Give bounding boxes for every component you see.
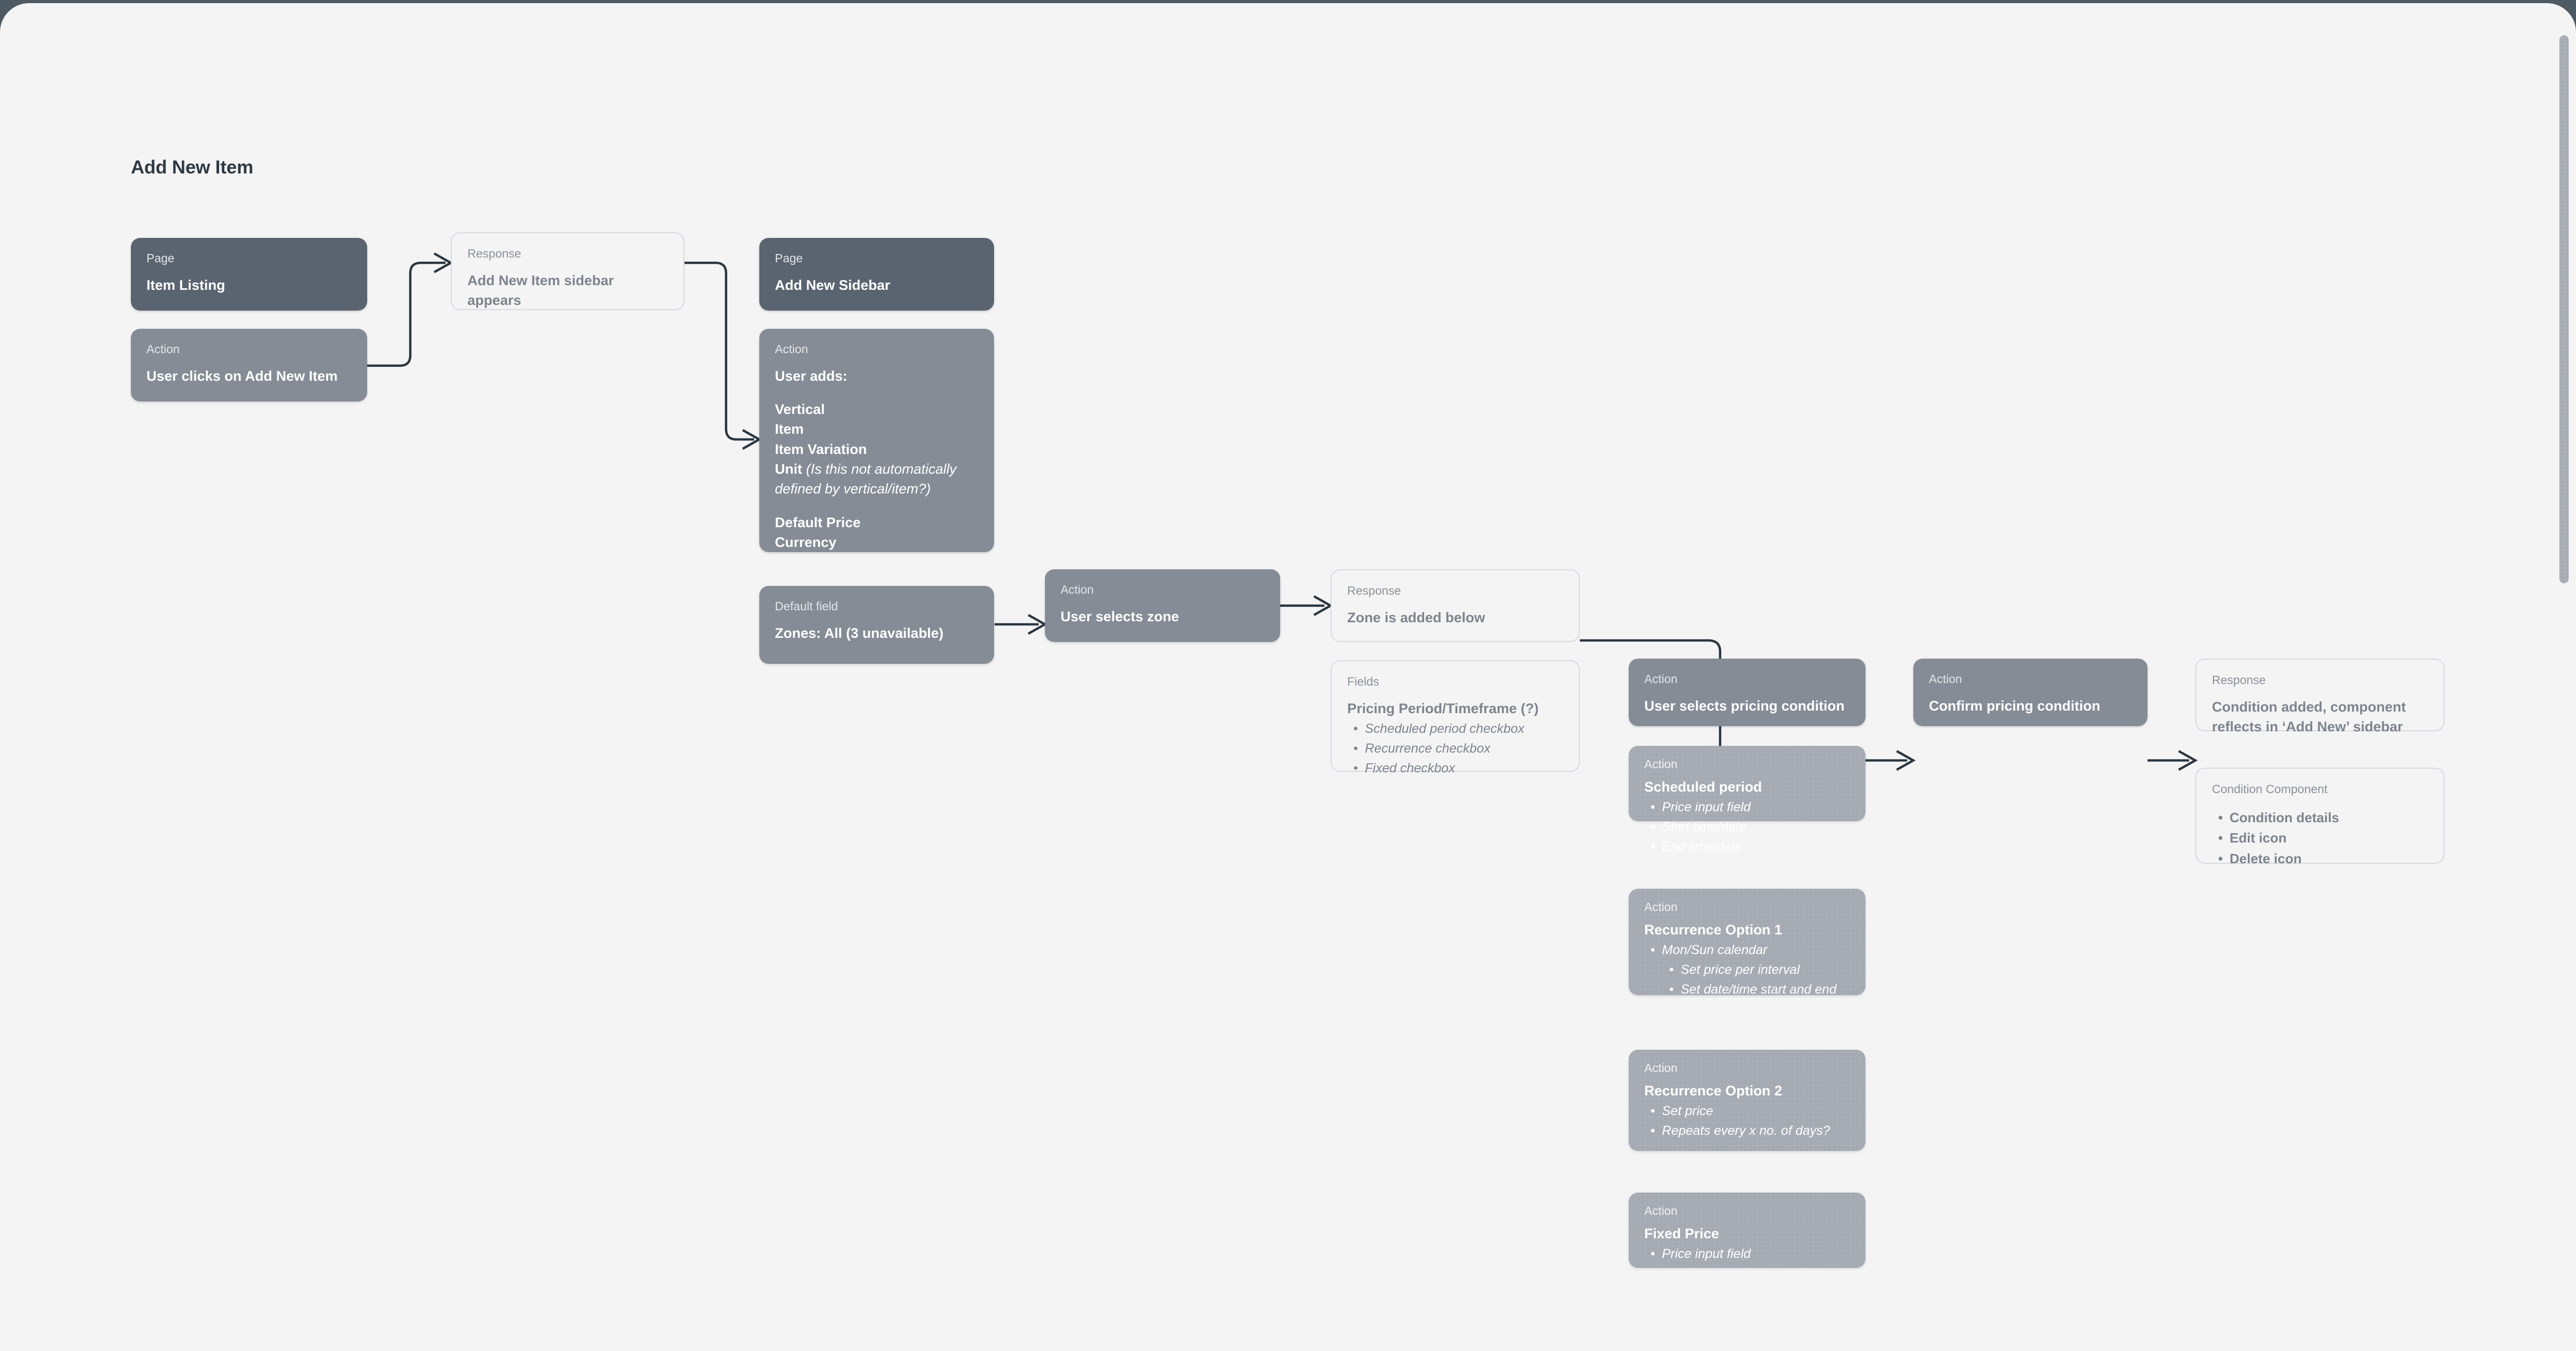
connector-response-to-useradds (685, 261, 754, 441)
scheduled-period-list: Price input field Start time/date End ti… (1644, 798, 1850, 857)
vertical-scrollbar-track[interactable] (2559, 8, 2573, 1351)
node-title: User clicks on Add New Item (146, 368, 338, 384)
node-pricing-fields[interactable]: Fields Pricing Period/Timeframe (?) Sche… (1331, 660, 1580, 778)
node-condition-component[interactable]: Condition Component Condition details Ed… (2195, 768, 2445, 868)
connector-arrow-3 (1027, 614, 1048, 635)
list-item: Mon/Sun calendar (1651, 941, 1850, 960)
list-item: Set price (1651, 1102, 1850, 1121)
node-title: Fixed Price (1644, 1225, 1720, 1241)
node-fixed-price[interactable]: Action Fixed Price Price input field (1629, 1193, 1866, 1268)
node-zones-default-field[interactable]: Default field Zones: All (3 unavailable) (759, 586, 994, 664)
node-kicker: Default field (775, 599, 838, 613)
node-kicker: Page (146, 251, 175, 265)
node-title: Zones: All (3 unavailable) (775, 625, 944, 641)
node-title: User adds: (775, 368, 848, 384)
node-kicker: Action (146, 342, 180, 356)
fixed-price-list: Price input field (1644, 1245, 1850, 1264)
node-kicker: Response (1347, 584, 1401, 597)
list-item: Delete icon (2218, 849, 2428, 869)
node-title: User selects pricing condition (1644, 698, 1845, 714)
node-kicker: Fields (1347, 675, 1379, 688)
connector-clicks-to-response (367, 261, 446, 367)
node-subtitle-item-variation: Item Variation (775, 441, 867, 457)
node-title: Recurrence Option 1 (1644, 921, 1782, 938)
node-item-listing[interactable]: Page Item Listing (131, 238, 367, 311)
list-item: Set date/time start and end (1669, 980, 1850, 999)
list-item: Fixed checkbox (1353, 759, 1563, 778)
node-user-clicks-add-new-item[interactable]: Action User clicks on Add New Item (131, 329, 367, 402)
node-title: Zone is added below (1347, 609, 1485, 625)
node-kicker: Response (2212, 673, 2266, 687)
node-subtitle-currency: Currency (775, 534, 837, 550)
node-title: Scheduled period (1644, 779, 1762, 795)
list-item: Recurrence checkbox (1353, 739, 1563, 758)
node-title: User selects zone (1061, 608, 1179, 624)
node-recurrence-option-1[interactable]: Action Recurrence Option 1 Mon/Sun calen… (1629, 889, 1866, 999)
node-subtitle-default-price: Default Price (775, 514, 861, 530)
connector-arrow-7 (2178, 750, 2198, 771)
connector-arrow-6 (1896, 750, 1916, 771)
node-title: Recurrence Option 2 (1644, 1082, 1782, 1099)
node-recurrence-option-2[interactable]: Action Recurrence Option 2 Set price Rep… (1629, 1050, 1866, 1151)
node-kicker: Action (1644, 672, 1678, 686)
node-subtitle-unit: Unit (Is this not automatically defined … (775, 459, 978, 499)
flow-board[interactable]: Add New Item Page Item Listing Action Us… (0, 3, 2576, 1351)
node-zone-added-below[interactable]: Response Zone is added below (1331, 569, 1580, 642)
list-item: Scheduled period checkbox (1353, 719, 1563, 739)
node-confirm-pricing-condition[interactable]: Action Confirm pricing condition (1913, 659, 2148, 726)
node-kicker: Action (1929, 672, 1962, 686)
node-kicker: Action (1644, 900, 1678, 914)
condition-component-list: Condition details Edit icon Delete icon (2212, 808, 2428, 869)
list-item: Condition details (2218, 808, 2428, 828)
recurrence-2-list: Set price Repeats every x no. of days? (1644, 1102, 1850, 1141)
node-kicker: Action (1644, 1204, 1678, 1218)
connector-arrow-1 (433, 252, 453, 273)
recurrence-1-list: Mon/Sun calendar Set price per interval … (1644, 941, 1850, 999)
vertical-scrollbar-thumb[interactable] (2559, 35, 2569, 583)
connector-arrow-2 (742, 429, 762, 450)
node-title: Condition added, component reflects in ‘… (2212, 699, 2406, 734)
list-item: Price input field (1651, 798, 1850, 817)
node-title: Pricing Period/Timeframe (?) (1347, 700, 1539, 716)
node-kicker: Action (775, 342, 808, 356)
node-kicker: Action (1644, 757, 1678, 771)
node-kicker: Action (1061, 583, 1094, 596)
connector-arrow-4 (1313, 595, 1333, 616)
node-sidebar-appears[interactable]: Response Add New Item sidebar appears (451, 232, 685, 310)
node-title: Add New Item sidebar appears (467, 272, 614, 308)
page-title: Add New Item (131, 156, 253, 178)
pricing-fields-list: Scheduled period checkbox Recurrence che… (1347, 719, 1563, 778)
node-kicker: Page (775, 251, 803, 265)
list-item: Repeats every x no. of days? (1651, 1121, 1850, 1141)
flow-canvas[interactable]: Add New Item Page Item Listing Action Us… (0, 3, 2576, 1351)
node-user-adds[interactable]: Action User adds: Vertical Item Item Var… (759, 329, 994, 552)
node-title: Item Listing (146, 277, 225, 293)
node-condition-added[interactable]: Response Condition added, component refl… (2195, 659, 2445, 734)
connector-layer (367, 252, 2198, 771)
list-item: Start time/date (1651, 818, 1850, 837)
node-subtitle-item: Item (775, 421, 804, 437)
recurrence-1-sublist: Set price per interval Set date/time sta… (1662, 960, 1850, 999)
node-kicker: Response (467, 247, 521, 260)
list-item: Price input field (1651, 1245, 1850, 1264)
unit-note: (Is this not automatically defined by ve… (775, 461, 957, 497)
node-title: Add New Sidebar (775, 277, 891, 293)
list-item: Set price per interval (1669, 960, 1850, 980)
list-item: End time/date (1651, 837, 1850, 857)
node-user-selects-zone[interactable]: Action User selects zone (1045, 569, 1280, 642)
node-user-selects-pricing-condition[interactable]: Action User selects pricing condition (1629, 659, 1866, 726)
node-subtitle-vertical: Vertical (775, 401, 825, 417)
node-kicker: Condition Component (2212, 782, 2328, 796)
node-title: Confirm pricing condition (1929, 698, 2100, 714)
list-item: Edit icon (2218, 828, 2428, 848)
node-scheduled-period[interactable]: Action Scheduled period Price input fiel… (1629, 746, 1866, 857)
node-kicker: Action (1644, 1061, 1678, 1075)
unit-label: Unit (775, 461, 802, 477)
node-add-new-sidebar[interactable]: Page Add New Sidebar (759, 238, 994, 311)
